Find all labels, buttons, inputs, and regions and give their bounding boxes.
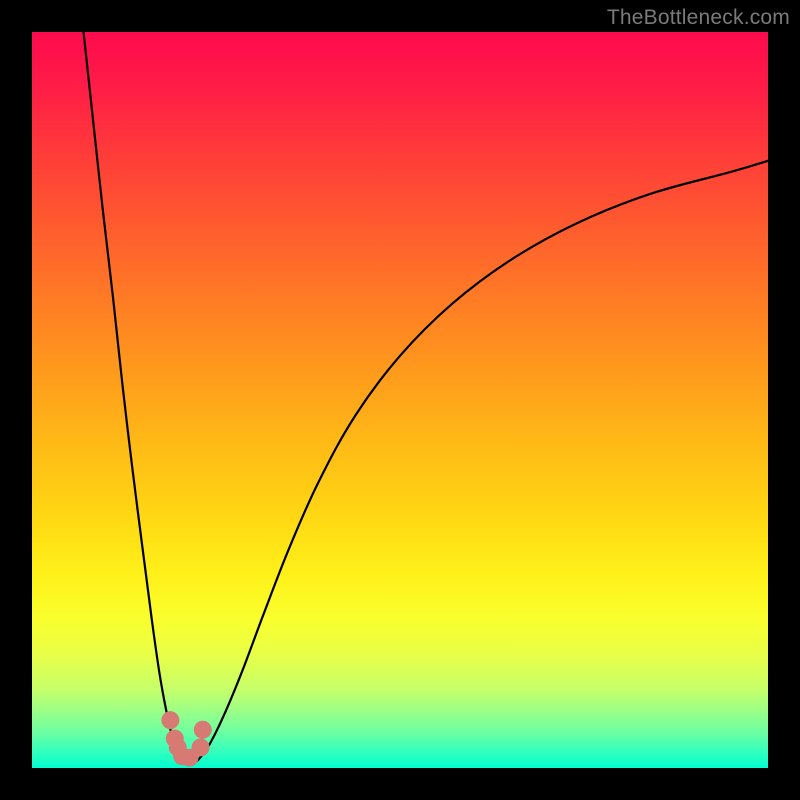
data-marker [194, 721, 212, 739]
curve-overlay [32, 32, 768, 768]
left-branch-curve [84, 32, 183, 761]
data-marker [161, 711, 179, 729]
watermark-text: TheBottleneck.com [607, 6, 790, 30]
chart-frame: TheBottleneck.com [0, 0, 800, 800]
right-branch-curve [198, 161, 768, 761]
plot-area [32, 32, 768, 768]
data-marker [192, 738, 210, 756]
data-markers [161, 711, 211, 767]
